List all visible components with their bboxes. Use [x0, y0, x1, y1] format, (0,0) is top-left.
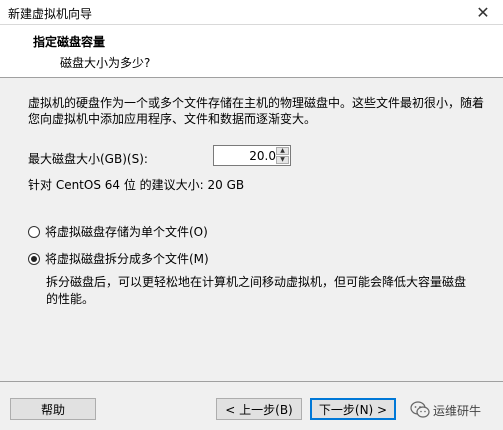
radio-split-files[interactable]: 将虚拟磁盘拆分成多个文件(M)	[28, 250, 209, 267]
disk-size-stepper: ▲ ▼	[213, 145, 291, 166]
radio-single-file-circle[interactable]	[28, 225, 40, 238]
split-disk-note: 拆分磁盘后，可以更轻松地在计算机之间移动虚拟机，但可能会降低大容量磁盘的性能。	[46, 275, 467, 306]
radio-single-file[interactable]: 将虚拟磁盘存储为单个文件(O)	[28, 223, 208, 240]
help-button[interactable]: 帮助	[10, 398, 96, 420]
close-icon[interactable]: ✕	[463, 0, 503, 24]
disk-description: 虚拟机的硬盘作为一个或多个文件存储在主机的物理磁盘中。这些文件最初很小，随着您向…	[28, 96, 485, 126]
new-vm-wizard-window: 新建虚拟机向导 ✕ 指定磁盘容量 磁盘大小为多少? 虚拟机的硬盘作为一个或多个文…	[0, 0, 503, 430]
back-button[interactable]: < 上一步(B)	[216, 398, 302, 420]
disk-size-input[interactable]	[216, 147, 278, 164]
footer-divider	[0, 381, 503, 382]
title-bar: 新建虚拟机向导 ✕	[0, 0, 503, 25]
page-subtitle: 磁盘大小为多少?	[60, 56, 151, 70]
wizard-header: 指定磁盘容量 磁盘大小为多少?	[0, 25, 503, 78]
radio-split-files-label[interactable]: 将虚拟磁盘拆分成多个文件(M)	[45, 250, 209, 267]
watermark: 运维研牛	[410, 397, 500, 423]
watermark-text: 运维研牛	[433, 403, 482, 418]
recommended-size-text: 针对 CentOS 64 位 的建议大小: 20 GB	[28, 178, 245, 192]
stepper-buttons: ▲ ▼	[276, 147, 289, 164]
stepper-down-icon[interactable]: ▼	[276, 156, 289, 164]
radio-single-file-label[interactable]: 将虚拟磁盘存储为单个文件(O)	[45, 223, 208, 240]
wechat-icon	[410, 401, 430, 418]
next-button[interactable]: 下一步(N) >	[310, 398, 396, 420]
radio-split-files-circle[interactable]	[28, 252, 40, 265]
stepper-up-icon[interactable]: ▲	[276, 147, 289, 155]
page-title: 指定磁盘容量	[33, 35, 106, 49]
window-title: 新建虚拟机向导	[8, 7, 93, 21]
max-disk-size-label: 最大磁盘大小(GB)(S):	[28, 152, 148, 166]
wizard-content: 虚拟机的硬盘作为一个或多个文件存储在主机的物理磁盘中。这些文件最初很小，随着您向…	[0, 78, 503, 381]
